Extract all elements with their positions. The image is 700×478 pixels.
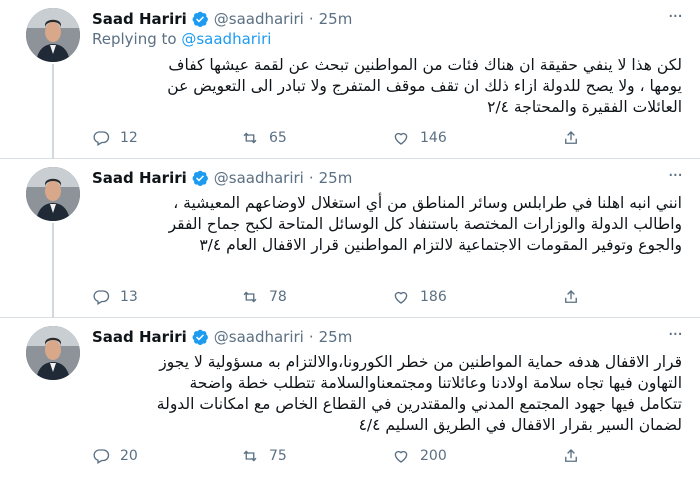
reply-icon — [93, 290, 110, 305]
tweet-text-line: التهاون فيها تجاه سلامة اولادنا وعائلاتن… — [189, 374, 683, 392]
tweet[interactable]: Saad Hariri @saadhariri · 25m ··· قرار ا… — [0, 318, 700, 477]
tweet-feed: Saad Hariri @saadhariri · 25m ··· Replyi… — [0, 0, 700, 477]
share-button[interactable] — [562, 288, 580, 306]
like-button[interactable]: 146 — [392, 129, 447, 147]
tweet[interactable]: Saad Hariri @saadhariri · 25m ··· انني ا… — [0, 159, 700, 318]
verified-badge-icon — [192, 329, 208, 346]
tweet-text-line: تتكامل فيها جهود المجتمع المدني والمقتدر… — [156, 395, 682, 413]
share-icon — [565, 449, 577, 462]
tweet-text-line: واطالب الدولة والوزارات المختصة باستنفاد… — [168, 215, 682, 233]
like-icon — [394, 291, 408, 304]
share-button[interactable] — [562, 447, 580, 465]
author-name[interactable]: Saad Hariri — [92, 10, 187, 28]
replying-label: Replying to — [92, 30, 182, 48]
retweet-icon — [243, 450, 257, 462]
separator-dot: · — [308, 10, 314, 28]
retweet-button[interactable]: 78 — [241, 288, 287, 306]
replying-to: Replying to @saadhariri — [92, 30, 271, 48]
like-button[interactable]: 200 — [392, 447, 447, 465]
separator-dot: · — [308, 169, 314, 187]
tweet-text-line: قرار الاقفال هدفه حماية المواطنين من خطر… — [159, 353, 682, 371]
tweet-actions: 20 75 200 — [92, 447, 652, 467]
tweet-actions: 12 65 146 — [92, 129, 652, 149]
share-icon — [565, 131, 577, 144]
retweet-button[interactable]: 75 — [241, 447, 287, 465]
tweet-text-line: العائلات الفقيرة والمحتاجة ٢/٤ — [487, 98, 682, 116]
tweet-header: Saad Hariri @saadhariri · 25m — [92, 9, 352, 29]
like-button[interactable]: 186 — [392, 288, 447, 306]
tweet-text-line: يومها ، ولا يصح للدولة ازاء ذلك ان تقف م… — [167, 77, 682, 95]
timestamp[interactable]: 25m — [319, 10, 353, 28]
timestamp[interactable]: 25m — [319, 169, 353, 187]
author-handle[interactable]: @saadhariri — [214, 328, 304, 346]
retweet-count: 65 — [269, 130, 287, 146]
like-count: 146 — [420, 130, 447, 146]
reply-count: 20 — [120, 448, 138, 464]
tweet-text-line: لضمان السير بقرار الاقفال في الطريق السل… — [358, 416, 682, 434]
thread-connector — [52, 64, 54, 159]
share-button[interactable] — [562, 129, 580, 147]
reply-button[interactable]: 20 — [92, 447, 138, 465]
tweet-text: انني انبه اهلنا في طرابلس وسائر المناطق … — [92, 193, 682, 256]
more-options-icon[interactable]: ··· — [668, 165, 683, 186]
share-icon — [565, 290, 577, 303]
verified-badge-icon — [192, 170, 208, 187]
retweet-icon — [243, 291, 257, 303]
reply-button[interactable]: 12 — [92, 129, 138, 147]
tweet-text-line: انني انبه اهلنا في طرابلس وسائر المناطق … — [173, 194, 682, 212]
reply-button[interactable]: 13 — [92, 288, 138, 306]
like-icon — [394, 450, 408, 463]
more-options-icon[interactable]: ··· — [668, 324, 683, 345]
retweet-icon — [243, 132, 257, 144]
thread-connector — [52, 223, 54, 318]
verified-badge-icon — [192, 11, 208, 28]
tweet-actions: 13 78 186 — [92, 288, 652, 308]
reply-count: 12 — [120, 130, 138, 146]
reply-icon — [93, 131, 110, 146]
timestamp[interactable]: 25m — [319, 328, 353, 346]
separator-dot: · — [308, 328, 314, 346]
replying-handle-link[interactable]: @saadhariri — [181, 30, 271, 48]
tweet[interactable]: Saad Hariri @saadhariri · 25m ··· Replyi… — [0, 0, 700, 159]
author-name[interactable]: Saad Hariri — [92, 169, 187, 187]
like-icon — [394, 132, 408, 145]
author-handle[interactable]: @saadhariri — [214, 10, 304, 28]
reply-icon — [93, 449, 110, 464]
tweet-header: Saad Hariri @saadhariri · 25m — [92, 168, 352, 188]
reply-count: 13 — [120, 289, 138, 305]
like-count: 200 — [420, 448, 447, 464]
author-handle[interactable]: @saadhariri — [214, 169, 304, 187]
tweet-text-line: لكن هذا لا ينفي حقيقة ان هناك فئات من ال… — [168, 56, 682, 74]
retweet-button[interactable]: 65 — [241, 129, 287, 147]
author-name[interactable]: Saad Hariri — [92, 328, 187, 346]
avatar[interactable] — [26, 326, 80, 380]
tweet-text: قرار الاقفال هدفه حماية المواطنين من خطر… — [92, 352, 682, 436]
like-count: 186 — [420, 289, 447, 305]
tweet-text: لكن هذا لا ينفي حقيقة ان هناك فئات من ال… — [92, 55, 682, 118]
more-options-icon[interactable]: ··· — [668, 6, 683, 27]
retweet-count: 78 — [269, 289, 287, 305]
tweet-text-line: والجوع وتوفير المقومات الاجتماعية لالتزا… — [199, 236, 682, 254]
avatar[interactable] — [26, 167, 80, 221]
tweet-header: Saad Hariri @saadhariri · 25m — [92, 327, 352, 347]
avatar[interactable] — [26, 8, 80, 62]
retweet-count: 75 — [269, 448, 287, 464]
